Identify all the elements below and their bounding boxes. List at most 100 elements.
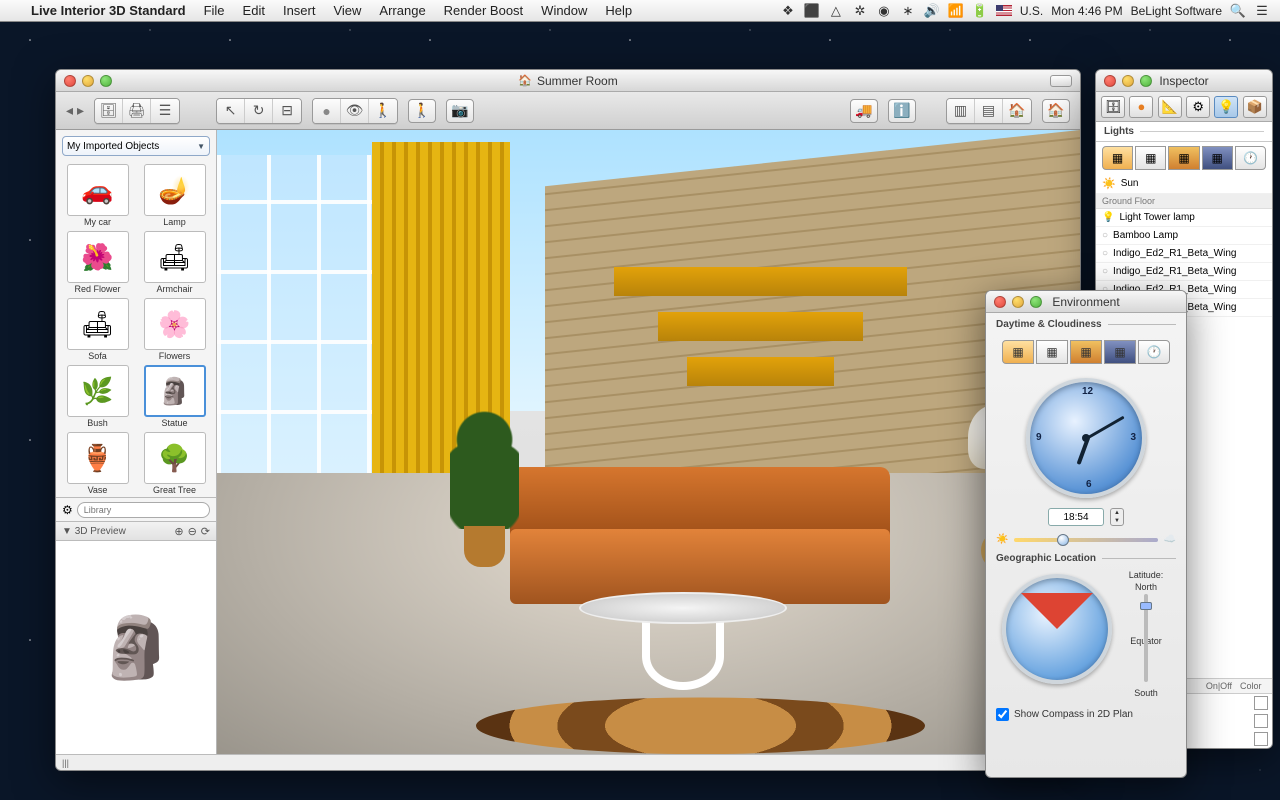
print-button[interactable] bbox=[123, 99, 151, 123]
minimize-button[interactable] bbox=[1122, 75, 1134, 87]
library-gear-icon[interactable]: ⚙ bbox=[62, 503, 73, 517]
nav-back-forward[interactable]: ◂▸ bbox=[66, 102, 84, 119]
menuextra-icon[interactable]: ❖ bbox=[780, 3, 796, 19]
tab-building[interactable] bbox=[1243, 96, 1267, 118]
toolbar-toggle[interactable] bbox=[1050, 75, 1072, 87]
mode-dawn[interactable]: ▦ bbox=[1102, 146, 1133, 170]
menu-arrange[interactable]: Arrange bbox=[370, 3, 434, 18]
zoom-button[interactable] bbox=[1140, 75, 1152, 87]
library-button[interactable] bbox=[95, 99, 123, 123]
preview-pane[interactable]: 🗿 bbox=[56, 541, 216, 754]
light-item[interactable]: Sun bbox=[1096, 174, 1272, 194]
menu-view[interactable]: View bbox=[324, 3, 370, 18]
time-input[interactable] bbox=[1048, 508, 1104, 526]
mode-dusk[interactable]: ▦ bbox=[1168, 146, 1199, 170]
object-flowers[interactable]: 🌸Flowers bbox=[139, 298, 210, 361]
minimize-button[interactable] bbox=[82, 75, 94, 87]
color-swatch[interactable] bbox=[1254, 732, 1268, 746]
light-item[interactable]: Bamboo Lamp bbox=[1096, 227, 1272, 245]
adobe-icon[interactable]: ⬛ bbox=[804, 3, 820, 19]
zoom-reset-icon[interactable]: ⟳ bbox=[201, 525, 210, 538]
mode-day[interactable]: ▦ bbox=[1036, 340, 1068, 364]
info-button[interactable] bbox=[888, 99, 916, 123]
tab-lights[interactable] bbox=[1214, 96, 1238, 118]
object-my-car[interactable]: 🚗My car bbox=[62, 164, 133, 227]
menu-edit[interactable]: Edit bbox=[234, 3, 274, 18]
mode-dusk[interactable]: ▦ bbox=[1070, 340, 1102, 364]
color-swatch[interactable] bbox=[1254, 714, 1268, 728]
menubar-appname[interactable]: BeLight Software bbox=[1131, 4, 1222, 18]
zoom-button[interactable] bbox=[1030, 296, 1042, 308]
mode-dawn[interactable]: ▦ bbox=[1002, 340, 1034, 364]
bluetooth-icon[interactable]: ∗ bbox=[900, 3, 916, 19]
battery-icon[interactable]: 🔋 bbox=[972, 3, 988, 19]
split-tool[interactable] bbox=[273, 99, 301, 123]
walk-button[interactable] bbox=[408, 99, 436, 123]
render-med[interactable] bbox=[341, 99, 369, 123]
light-item[interactable]: Indigo_Ed2_R1_Beta_Wing bbox=[1096, 245, 1272, 263]
disk-icon[interactable]: ◉ bbox=[876, 3, 892, 19]
menu-render[interactable]: Render Boost bbox=[435, 3, 533, 18]
drive-icon[interactable]: △ bbox=[828, 3, 844, 19]
view3d-button[interactable] bbox=[975, 99, 1003, 123]
document-titlebar[interactable]: 🏠Summer Room bbox=[56, 70, 1080, 92]
spotlight-icon[interactable]: 🔍 bbox=[1230, 3, 1246, 19]
menubar-clock[interactable]: Mon 4:46 PM bbox=[1051, 4, 1122, 18]
color-swatch[interactable] bbox=[1254, 696, 1268, 710]
tab-object[interactable] bbox=[1101, 96, 1125, 118]
environment-titlebar[interactable]: Environment bbox=[986, 291, 1186, 313]
mode-custom[interactable]: 🕐 bbox=[1235, 146, 1266, 170]
input-locale[interactable]: U.S. bbox=[1020, 4, 1043, 18]
zoom-in-icon[interactable]: ⊕ bbox=[174, 525, 183, 538]
latitude-slider[interactable] bbox=[1144, 594, 1148, 682]
minimize-button[interactable] bbox=[1012, 296, 1024, 308]
wifi-icon[interactable]: 📶 bbox=[948, 3, 964, 19]
snapshot-button[interactable] bbox=[446, 99, 474, 123]
export-button[interactable] bbox=[850, 99, 878, 123]
sync-icon[interactable]: ✲ bbox=[852, 3, 868, 19]
rotate-tool[interactable] bbox=[245, 99, 273, 123]
menu-file[interactable]: File bbox=[195, 3, 234, 18]
mode-custom[interactable]: 🕐 bbox=[1138, 340, 1170, 364]
zoom-out-icon[interactable]: ⊖ bbox=[188, 525, 197, 538]
close-button[interactable] bbox=[1104, 75, 1116, 87]
object-armchair[interactable]: 🛋Armchair bbox=[139, 231, 210, 294]
app-menu[interactable]: Live Interior 3D Standard bbox=[22, 3, 195, 18]
view2d-button[interactable] bbox=[947, 99, 975, 123]
light-item[interactable]: Light Tower lamp bbox=[1096, 209, 1272, 227]
mode-night[interactable]: ▦ bbox=[1202, 146, 1233, 170]
close-button[interactable] bbox=[64, 75, 76, 87]
menu-window[interactable]: Window bbox=[532, 3, 596, 18]
time-stepper[interactable]: ▲▼ bbox=[1110, 508, 1124, 526]
show-compass-checkbox[interactable] bbox=[996, 708, 1009, 721]
time-clock[interactable]: 12 3 6 9 bbox=[1026, 378, 1146, 498]
cloudiness-slider[interactable] bbox=[1014, 538, 1157, 542]
light-item[interactable]: Indigo_Ed2_R1_Beta_Wing bbox=[1096, 263, 1272, 281]
input-flag-icon[interactable] bbox=[996, 5, 1012, 16]
object-bush[interactable]: 🌿Bush bbox=[62, 365, 133, 428]
tab-measure[interactable] bbox=[1158, 96, 1182, 118]
close-button[interactable] bbox=[994, 296, 1006, 308]
render-high[interactable] bbox=[369, 99, 397, 123]
compass[interactable] bbox=[1002, 574, 1112, 684]
home-button[interactable] bbox=[1042, 99, 1070, 123]
object-sofa[interactable]: 🛋Sofa bbox=[62, 298, 133, 361]
volume-icon[interactable]: 🔊 bbox=[924, 3, 940, 19]
inspector-titlebar[interactable]: Inspector bbox=[1096, 70, 1272, 92]
library-search-input[interactable] bbox=[77, 502, 210, 518]
mode-day[interactable]: ▦ bbox=[1135, 146, 1166, 170]
mode-night[interactable]: ▦ bbox=[1104, 340, 1136, 364]
tab-material[interactable] bbox=[1129, 96, 1153, 118]
category-select[interactable]: My Imported Objects ▼ bbox=[62, 136, 210, 156]
notification-icon[interactable]: ☰ bbox=[1254, 3, 1270, 19]
list-button[interactable] bbox=[151, 99, 179, 123]
tab-settings[interactable] bbox=[1186, 96, 1210, 118]
menu-insert[interactable]: Insert bbox=[274, 3, 325, 18]
object-vase[interactable]: 🏺Vase bbox=[62, 432, 133, 495]
object-statue[interactable]: 🗿Statue bbox=[139, 365, 210, 428]
menu-help[interactable]: Help bbox=[596, 3, 641, 18]
viewsplit-button[interactable] bbox=[1003, 99, 1031, 123]
render-low[interactable] bbox=[313, 99, 341, 123]
zoom-button[interactable] bbox=[100, 75, 112, 87]
select-tool[interactable] bbox=[217, 99, 245, 123]
